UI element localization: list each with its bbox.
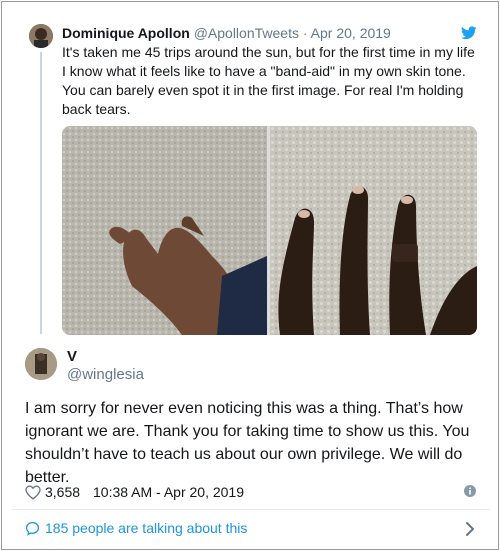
quoted-parent-tweet[interactable]: Dominique Apollon @ApollonTweets · Apr 2…	[2, 2, 498, 338]
reply-display-name[interactable]: V	[67, 348, 77, 366]
embedded-tweet-card: Dominique Apollon @ApollonTweets · Apr 2…	[1, 1, 499, 550]
media-image-1[interactable]	[62, 126, 267, 335]
chevron-right-icon[interactable]	[465, 522, 475, 536]
parent-display-name[interactable]: Dominique Apollon	[62, 25, 190, 41]
conversation-count-label[interactable]: 185 people are talking about this	[45, 519, 247, 537]
reply-tweet-text: I am sorry for never even noticing this …	[25, 400, 470, 486]
reply-timestamp[interactable]: 10:38 AM - Apr 20, 2019	[93, 483, 244, 501]
twitter-bird-icon[interactable]	[461, 26, 477, 40]
parent-header: Dominique Apollon @ApollonTweets · Apr 2…	[62, 24, 391, 42]
parent-tweet-text: It's taken me 45 trips around the sun, b…	[62, 44, 475, 117]
parent-handle[interactable]: @ApollonTweets	[194, 25, 299, 41]
header-separator: ·	[302, 25, 308, 41]
info-icon[interactable]	[464, 485, 476, 497]
tweet-metadata: 3,658 10:38 AM - Apr 20, 2019	[25, 483, 480, 501]
tweet-media[interactable]	[62, 126, 477, 335]
divider	[12, 509, 490, 510]
like-count[interactable]: 3,658	[45, 483, 80, 501]
heart-icon[interactable]	[25, 485, 41, 500]
thread-line	[40, 52, 42, 334]
media-image-2[interactable]	[270, 126, 477, 335]
parent-date[interactable]: Apr 20, 2019	[311, 25, 391, 41]
parent-avatar[interactable]	[29, 24, 53, 48]
chat-bubble-icon	[25, 521, 40, 536]
reply-avatar[interactable]	[25, 348, 57, 380]
reply-handle[interactable]: @winglesia	[67, 366, 144, 384]
